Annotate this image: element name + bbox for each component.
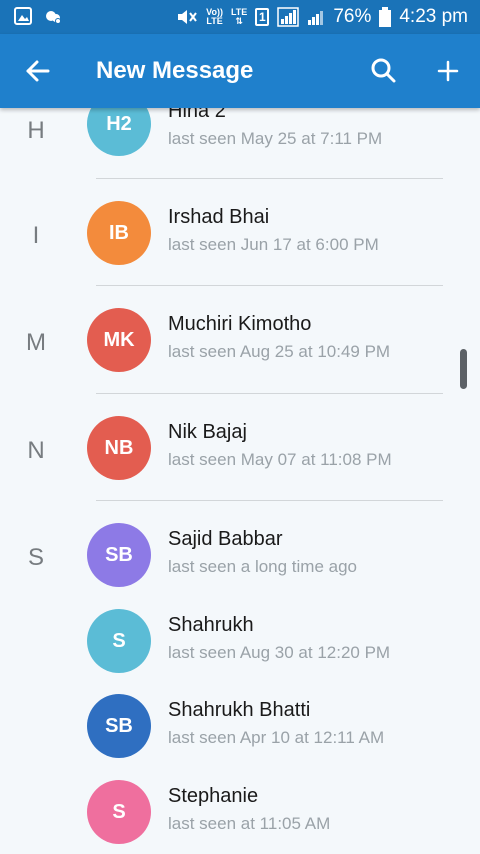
status-bar: Vo)) LTE LTE ⇅ 1 76% 4:23 pm [0,0,480,34]
lte-indicator: LTE ⇅ [231,8,247,26]
contact-name: Sajid Babbar [168,528,283,550]
plus-icon [437,60,459,82]
avatar: IB [87,201,151,265]
contact-name: Shahrukh Bhatti [168,699,311,721]
last-seen: last seen May 07 at 11:08 PM [168,450,392,469]
contact-name: Muchiri Kimotho [168,313,312,335]
volte-bottom: LTE [206,16,223,26]
last-seen: last seen at 11:05 AM [168,814,331,833]
contact-row[interactable]: S Shahrukh last seen Aug 30 at 12:20 PM [0,587,480,673]
status-left [14,7,62,25]
contact-name: Stephanie [168,785,259,807]
last-seen: last seen May 25 at 7:11 PM [168,129,383,148]
back-button[interactable] [18,51,58,91]
contact-name: Irshad Bhai [168,206,270,228]
last-seen: last seen a long time ago [168,557,358,576]
contact-row[interactable]: SB Shahrukh Bhatti last seen Apr 10 at 1… [0,672,480,758]
section-letter: S [27,544,44,571]
clock: 4:23 pm [399,6,468,27]
contact-name: Nik Bajaj [168,421,247,443]
last-seen: last seen Aug 30 at 12:20 PM [168,643,391,662]
avatar: NB [87,416,151,480]
section-letter: M [26,329,46,356]
contact-row[interactable]: S SB Sajid Babbar last seen a long time … [0,501,480,587]
last-seen: last seen Aug 25 at 10:49 PM [168,342,391,361]
avatar: MK [87,308,151,372]
contact-name: Shahrukh [168,614,254,636]
contact-name: Hina 2 [168,108,226,122]
avatar: S [87,780,151,844]
battery-icon [379,7,392,27]
status-right: Vo)) LTE LTE ⇅ 1 76% 4:23 pm [176,5,468,29]
volte-indicator: Vo)) LTE [206,8,223,26]
section-letter: I [32,222,40,249]
gallery-icon [14,7,32,25]
section-letter: H [27,117,45,144]
contact-row[interactable]: I IB Irshad Bhai last seen Jun 17 at 6:0… [0,179,480,286]
contact-row[interactable]: M MK Muchiri Kimotho last seen Aug 25 at… [0,286,480,393]
contact-list[interactable]: H H2 Hina 2 last seen May 25 at 7:11 PM … [0,108,480,854]
signal-sim1-icon [277,7,300,27]
signal-sim2-icon [308,11,324,25]
search-button[interactable] [364,51,404,91]
app-bar: New Message [0,34,480,108]
page-title: New Message [96,57,254,84]
avatar: H2 [87,108,151,156]
cloud-icon [46,11,61,24]
last-seen: last seen Apr 10 at 12:11 AM [168,728,385,747]
add-button[interactable] [428,51,468,91]
avatar: SB [87,523,151,587]
avatar: S [87,609,151,673]
search-icon [371,58,396,83]
screen: Vo)) LTE LTE ⇅ 1 76% 4:23 pm New Message… [0,0,480,854]
sim-indicator: 1 [255,8,270,26]
last-seen: last seen Jun 17 at 6:00 PM [168,235,379,254]
avatar: SB [87,694,151,758]
battery-percent: 76% [333,6,372,27]
contact-row[interactable]: H H2 Hina 2 last seen May 25 at 7:11 PM [0,108,480,178]
section-letter: N [27,437,45,464]
scrollbar[interactable] [460,349,467,389]
mute-icon [178,10,197,24]
contact-row[interactable]: N NB Nik Bajaj last seen May 07 at 11:08… [0,394,480,501]
lte-arrows: ⇅ [235,16,243,26]
arrow-left-icon [26,60,50,82]
contact-row[interactable]: S Stephanie last seen at 11:05 AM [0,758,480,854]
